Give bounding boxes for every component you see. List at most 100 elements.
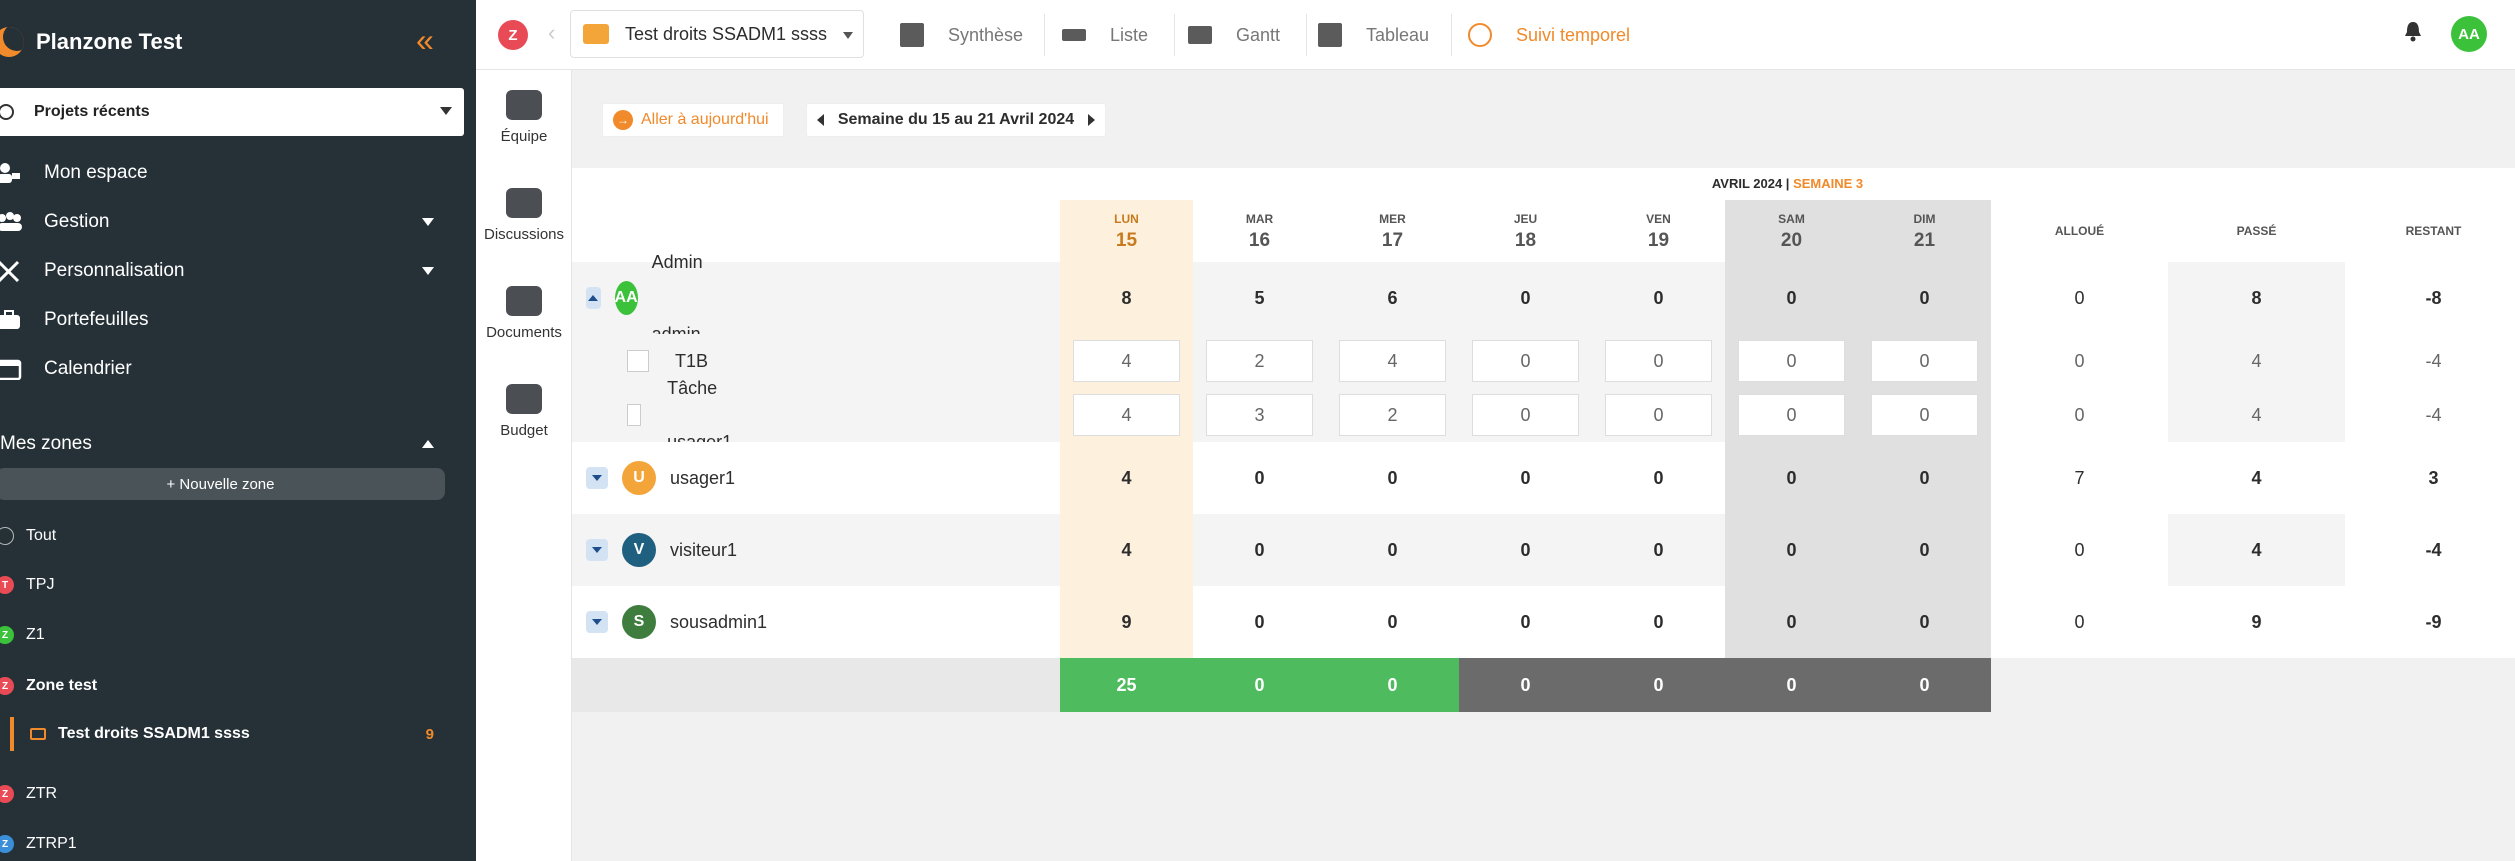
chevron-down-icon	[592, 619, 602, 625]
task-checkbox[interactable]	[627, 404, 642, 426]
zone-item-tout[interactable]: Tout	[0, 520, 476, 552]
project-select[interactable]: Test droits SSADM1 ssss	[570, 10, 864, 58]
day-header: LUN 15	[1060, 200, 1193, 262]
day-name: DIM	[1913, 212, 1936, 226]
chevron-left-icon[interactable]: ‹	[548, 20, 555, 46]
month-header: AVRIL 2024 | SEMAINE 3	[1060, 168, 2515, 200]
time-entry-input[interactable]: 4	[1073, 340, 1180, 382]
folder-icon	[583, 24, 609, 44]
user-day-total: 0	[1254, 540, 1265, 560]
task-checkbox[interactable]	[627, 350, 649, 372]
brand[interactable]: Planzone Test	[0, 18, 182, 66]
week-label: Semaine du 15 au 21 Avril 2024	[837, 111, 1075, 128]
zone-item-zone-test[interactable]: Z Zone test	[0, 670, 476, 702]
project-item-active[interactable]: Test droits SSADM1 ssss 9	[10, 717, 476, 751]
collapse-toggle[interactable]	[586, 287, 601, 309]
tab-tableau[interactable]: Tableau	[1318, 0, 1429, 70]
task-restant: -4	[2425, 405, 2442, 425]
user-name: sousadmin1	[670, 612, 768, 632]
zone-item-z1[interactable]: Z Z1	[0, 619, 476, 651]
next-week-icon[interactable]	[1088, 114, 1096, 126]
expand-toggle[interactable]	[586, 611, 608, 633]
time-entry-input[interactable]: 0	[1472, 340, 1579, 382]
day-name: LUN	[1114, 212, 1139, 226]
go-to-today-button[interactable]: → Aller à aujourd'hui	[602, 103, 784, 137]
expand-toggle[interactable]	[586, 467, 608, 489]
time-entry-input[interactable]: 4	[1339, 340, 1446, 382]
zone-item-ztr[interactable]: Z ZTR	[0, 778, 476, 810]
recent-projects-select[interactable]: Projets récents	[0, 88, 464, 136]
new-zone-button[interactable]: + Nouvelle zone	[0, 468, 445, 500]
sidebar: Planzone Test « Projets récents Mon espa…	[0, 0, 476, 861]
time-entry-input[interactable]: 0	[1605, 394, 1712, 436]
nav-portefeuilles[interactable]: Portefeuilles	[0, 300, 476, 340]
clock-icon	[0, 104, 14, 120]
day-number: 15	[1115, 230, 1138, 251]
user-row-label: Ssousadmin1	[572, 586, 767, 658]
nav-label: Portefeuilles	[44, 309, 149, 330]
expand-toggle[interactable]	[586, 539, 608, 561]
time-entry-input[interactable]: 4	[1073, 394, 1180, 436]
collapse-sidebar-icon[interactable]: «	[416, 22, 446, 58]
task-restant: -4	[2425, 351, 2442, 371]
tab-label: Tableau	[1366, 24, 1430, 45]
tab-label: Gantt	[1236, 24, 1281, 45]
time-entry-input[interactable]: 0	[1871, 394, 1978, 436]
bell-icon[interactable]	[2404, 20, 2422, 42]
arrow-right-icon: →	[613, 110, 633, 130]
nav-calendrier[interactable]: Calendrier	[0, 349, 476, 389]
zone-badge: Z	[0, 785, 14, 803]
day-header: JEU 18	[1459, 200, 1592, 262]
user-name: visiteur1	[670, 540, 738, 560]
tab-liste[interactable]: Liste	[1062, 0, 1148, 70]
user-day-total: 0	[1653, 288, 1664, 308]
tab-suivi-temporel[interactable]: Suivi temporel	[1468, 0, 1630, 70]
previous-week-icon[interactable]	[816, 114, 824, 126]
tab-synthese[interactable]: Synthèse	[900, 0, 1023, 70]
user-passe: 9	[2251, 612, 2262, 632]
day-number: 17	[1381, 230, 1404, 251]
time-entry-input[interactable]: 0	[1738, 394, 1845, 436]
brand-name: Planzone Test	[36, 29, 183, 54]
zone-item-ztrp1[interactable]: Z ZTRP1	[0, 828, 476, 860]
nav-personnalisation[interactable]: Personnalisation	[0, 251, 476, 291]
zone-badge[interactable]: Z	[498, 20, 528, 50]
zone-badge: T	[0, 576, 14, 594]
tool-budget[interactable]: Budget	[476, 364, 572, 460]
user-alloue: 0	[2074, 288, 2085, 308]
user-day-total: 0	[1254, 468, 1265, 488]
user-row-label: AAAdmin admin	[572, 252, 721, 344]
zone-label: Tout	[26, 527, 57, 544]
time-entry-input[interactable]: 0	[1472, 394, 1579, 436]
folder-icon	[30, 728, 46, 740]
day-header: MAR 16	[1193, 200, 1326, 262]
time-entry-input[interactable]: 2	[1339, 394, 1446, 436]
time-entry-input[interactable]: 0	[1871, 340, 1978, 382]
time-entry-input[interactable]: 3	[1206, 394, 1313, 436]
task-row-label: Tâche usager1	[572, 378, 740, 452]
day-name: MAR	[1245, 212, 1274, 226]
user-day-total: 0	[1387, 612, 1398, 632]
time-entry-input[interactable]: 0	[1605, 340, 1712, 382]
tool-discussions[interactable]: Discussions	[476, 168, 572, 264]
user-alloue: 0	[2074, 612, 2085, 632]
nav-mon-espace[interactable]: Mon espace	[0, 153, 476, 193]
zone-item-tpj[interactable]: T TPJ	[0, 569, 476, 601]
tool-label: Discussions	[483, 226, 565, 243]
my-zones-header[interactable]: Mes zones	[0, 426, 476, 462]
user-restant: 3	[2428, 468, 2439, 488]
chevron-down-icon	[592, 547, 602, 553]
time-entry-input[interactable]: 0	[1738, 340, 1845, 382]
day-header: DIM 21	[1858, 200, 1991, 262]
divider	[1044, 14, 1045, 56]
day-name: SAM	[1778, 212, 1805, 226]
task-passe: 4	[2251, 351, 2262, 371]
nav-gestion[interactable]: Gestion	[0, 202, 476, 242]
tab-gantt[interactable]: Gantt	[1188, 0, 1280, 70]
my-zones-title: Mes zones	[0, 433, 92, 454]
tool-documents[interactable]: Documents	[476, 266, 572, 362]
user-avatar[interactable]: AA	[2451, 16, 2487, 52]
avatar: S	[622, 605, 656, 639]
tool-equipe[interactable]: Équipe	[476, 70, 572, 166]
time-entry-input[interactable]: 2	[1206, 340, 1313, 382]
